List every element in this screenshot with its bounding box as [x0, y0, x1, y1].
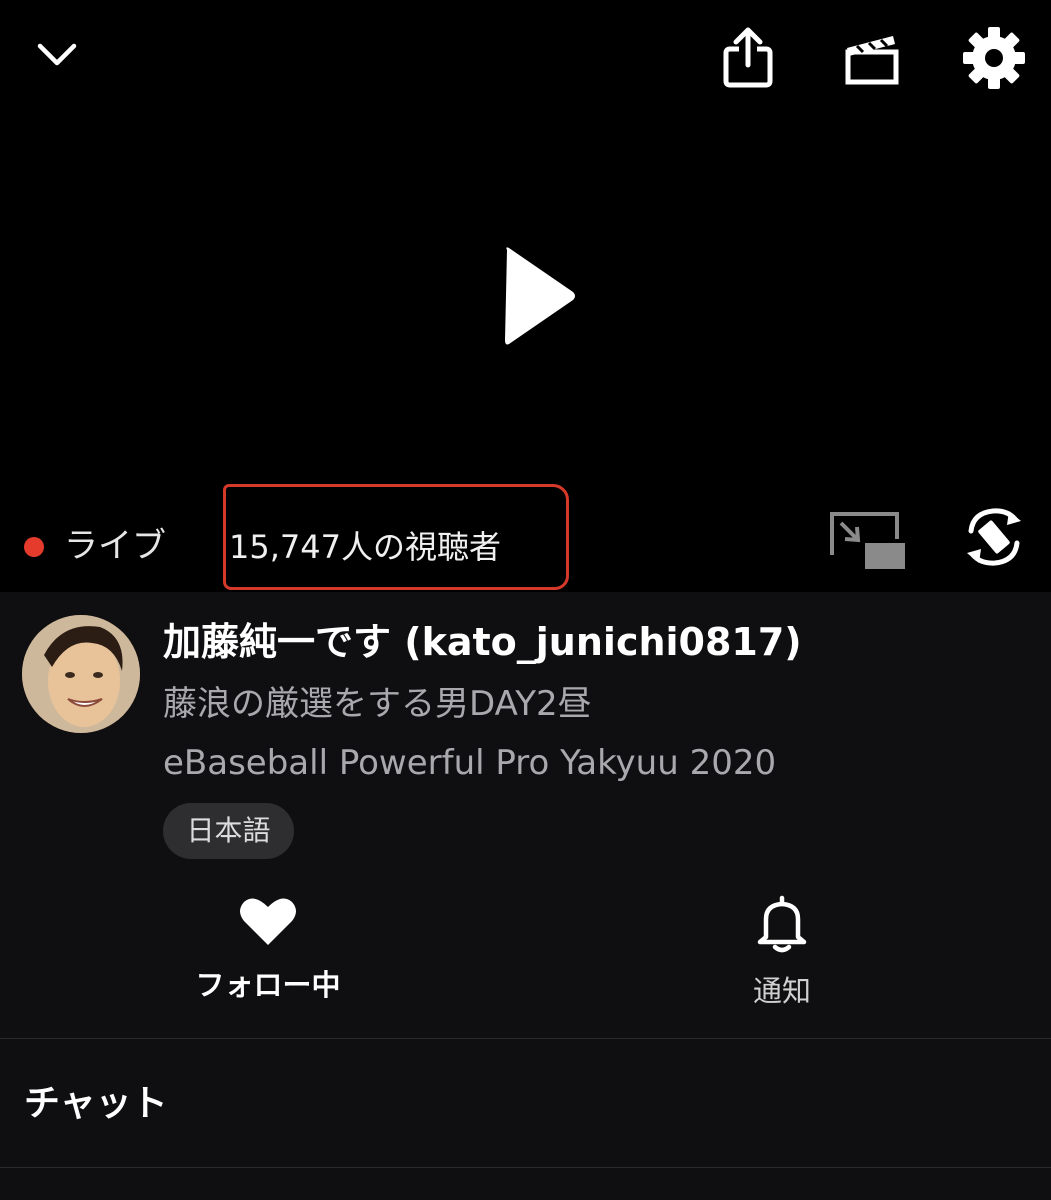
follow-label: フォロー中	[195, 968, 341, 1002]
avatar-image	[22, 615, 140, 733]
clip-button[interactable]	[840, 28, 904, 88]
heart-icon	[240, 898, 296, 945]
notification-label: 通知	[752, 974, 811, 1008]
rotate-screen-icon	[967, 508, 1021, 566]
play-icon	[505, 247, 575, 345]
gear-icon	[963, 27, 1025, 89]
chat-section-title[interactable]: チャット	[24, 1080, 168, 1128]
share-icon	[723, 27, 773, 88]
notification-button[interactable]: 通知	[692, 895, 872, 1011]
channel-name[interactable]: 加藤純一です (kato_junichi0817)	[163, 616, 802, 668]
clapperboard-icon	[845, 36, 899, 85]
live-label: ライブ	[64, 526, 166, 566]
share-button[interactable]	[718, 22, 778, 92]
follow-button[interactable]: フォロー中	[178, 895, 358, 1005]
language-tag[interactable]: 日本語	[163, 803, 294, 859]
collapse-button[interactable]	[30, 30, 84, 80]
live-indicator-dot	[24, 537, 44, 557]
chevron-down-icon	[37, 43, 77, 66]
picture-in-picture-icon	[830, 512, 905, 569]
game-title[interactable]: eBaseball Powerful Pro Yakyuu 2020	[163, 740, 776, 786]
rotate-button[interactable]	[962, 502, 1026, 572]
video-player[interactable]: ライブ 15,747人の視聴者	[0, 0, 1051, 592]
pip-button[interactable]	[826, 508, 908, 572]
viewer-count: 15,747人の視聴者	[229, 528, 501, 566]
play-button[interactable]	[486, 240, 586, 352]
settings-button[interactable]	[960, 24, 1028, 92]
bell-icon	[757, 895, 807, 953]
divider	[0, 1038, 1051, 1039]
divider	[0, 1167, 1051, 1168]
stream-title: 藤浪の厳選をする男DAY2昼	[163, 684, 592, 724]
avatar[interactable]	[22, 615, 140, 733]
